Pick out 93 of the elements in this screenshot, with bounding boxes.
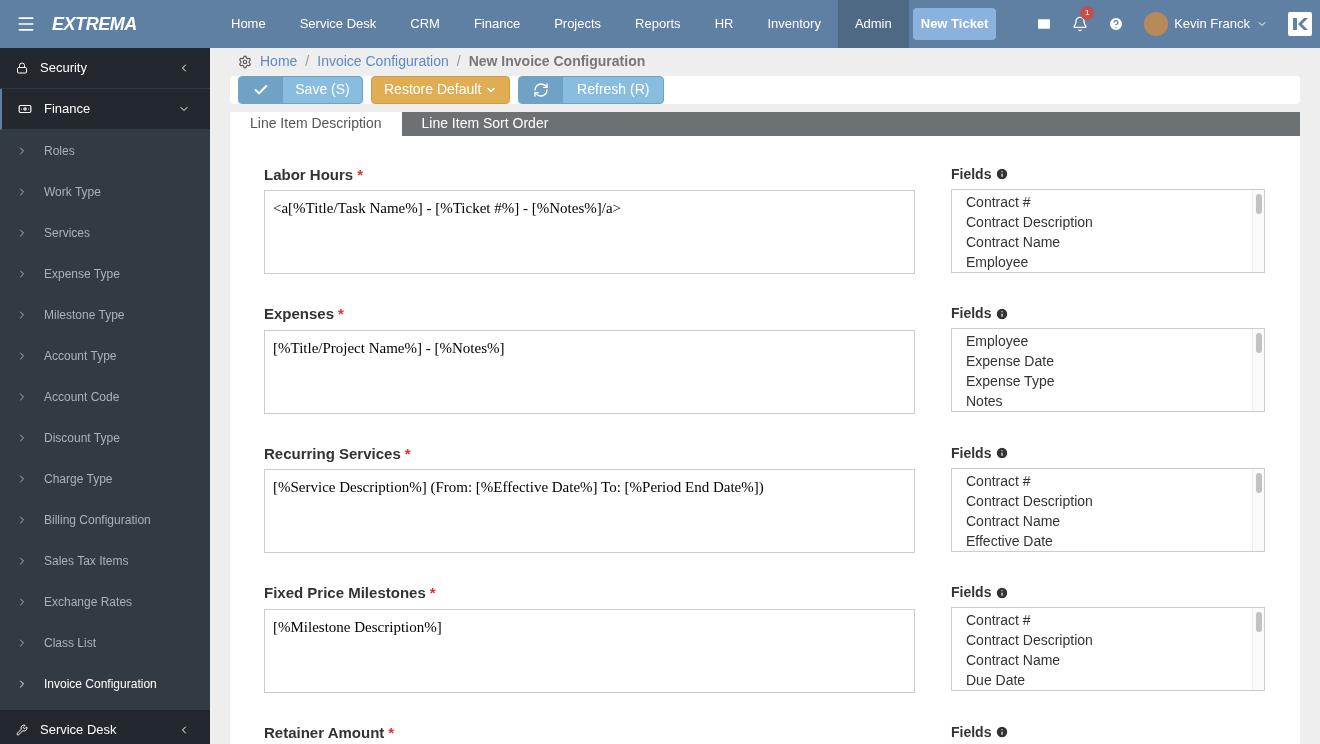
fields-label: Fields [951,722,992,742]
fields-label: Fields [951,583,992,602]
sidebar-item[interactable]: Class List [0,622,210,663]
sidebar-item[interactable]: Account Code [0,376,210,417]
fields-list-box[interactable]: Employee Expense Date Expense Type Notes [951,328,1265,412]
sidebar-item[interactable]: Charge Type [0,458,210,499]
list-option[interactable]: Employee [966,251,1252,272]
info-icon [995,585,1010,600]
field-label: Labor Hours * [264,163,915,186]
field-label: Recurring Services * [264,442,915,465]
breadcrumb-separator: / [456,52,461,72]
breadcrumb-separator: / [305,52,310,72]
nav-tab[interactable]: Admin [837,0,909,48]
help-icon[interactable] [1108,16,1125,32]
list-option[interactable]: Contract # [966,470,1252,491]
menu-icon[interactable] [16,14,36,34]
fields-list-box[interactable]: Contract # Contract Description Contract Name Due Date [951,607,1265,691]
template-text-area[interactable]: [%Service Description%] (From: [%Effective Date%] To: [%Period End Date%]) [264,469,915,553]
nav-tab[interactable]: CRM [393,0,457,48]
list-option[interactable]: Contract Description [966,211,1252,232]
list-option[interactable]: Effective Date [966,530,1252,551]
sidebar-section[interactable]: Security [0,48,210,89]
field-label: Expenses * [264,303,915,326]
required-marker: * [404,443,411,464]
breadcrumb-link[interactable]: Invoice Configuration [317,51,449,73]
sidebar-item[interactable]: Sales Tax Items [0,540,210,581]
sidebar-item[interactable]: Invoice Configuration [0,663,210,704]
list-option[interactable]: Notes [966,391,1252,411]
sidebar-section[interactable]: Service Desk [0,710,210,744]
banknote-icon [18,102,32,116]
nav-tab[interactable]: Projects [537,0,619,48]
template-text-area[interactable]: [%Milestone Description%] [264,608,915,693]
sidebar-item[interactable]: Milestone Type [0,294,210,335]
breadcrumb-current: New Invoice Configuration [468,52,646,72]
sidebar-item[interactable]: Account Type [0,335,210,376]
sidebar-item[interactable]: Exchange Rates [0,581,210,622]
fields-list-box[interactable]: Contract # Contract Description Contract Name Effective Date [951,467,1265,552]
required-marker: * [338,304,344,324]
gears-icon [238,54,252,69]
nav-tab[interactable]: Home [214,0,283,48]
template-text-area[interactable]: [%Title/Project Name%] - [%Notes%] [264,329,915,414]
nav-tab[interactable]: Service Desk [282,0,394,48]
info-icon [995,167,1010,181]
field-label: Fixed Price Milestones * [264,582,915,605]
scrollbar-thumb[interactable] [1255,472,1262,493]
list-option[interactable]: Employee [966,331,1252,351]
list-option[interactable]: Contract Description [966,630,1252,650]
required-marker: * [429,583,436,603]
sidebar-section[interactable]: Finance [0,89,210,130]
notification-badge: 1 [1080,6,1095,20]
refresh-icon [533,81,550,98]
list-option[interactable]: Due Date [966,670,1252,690]
sidebar-item[interactable]: Discount Type [0,417,210,458]
nav-tab[interactable]: HR [697,0,751,48]
list-option[interactable]: Contract Description [966,490,1252,511]
fields-label: Fields [951,443,992,463]
sidebar-item[interactable]: Work Type [0,171,210,212]
scrollbar-thumb[interactable] [1255,333,1262,353]
nav-tab[interactable]: Finance [456,0,538,48]
info-icon [995,725,1010,739]
list-option[interactable]: Contract # [966,610,1252,630]
list-option[interactable]: Contract Name [966,231,1252,252]
lock-icon [16,62,28,74]
app-logo-icon[interactable] [1288,12,1312,36]
list-option[interactable]: Contract Name [966,650,1252,670]
info-icon [995,306,1010,321]
list-option[interactable]: Expense Type [966,371,1252,391]
wrench-icon [16,724,28,736]
brand-logo[interactable]: EXTREMA [52,10,137,38]
info-icon [995,446,1010,460]
sidebar-item[interactable]: Services [0,212,210,253]
scrollbar-thumb[interactable] [1255,612,1262,632]
breadcrumb-link[interactable]: Home [260,51,298,73]
list-option[interactable]: Expense Date [966,351,1252,371]
sidebar-item[interactable]: Billing Configuration [0,499,210,540]
field-label: Retainer Amount * [264,721,915,744]
list-option[interactable]: Contract # [966,191,1252,212]
sidebar-item[interactable]: Roles [0,130,210,171]
fields-label: Fields [951,164,992,184]
list-option[interactable]: Contract Name [966,510,1252,531]
template-text-area[interactable]: <a[%Title/Task Name%] - [%Ticket #%] - [%Notes%]/a> [264,190,915,274]
nav-tab[interactable]: Reports [618,0,698,48]
fields-list-box[interactable]: Contract # Contract Description Contract Name Employee [951,188,1265,273]
required-marker: * [388,722,395,743]
sidebar-item[interactable]: Expense Type [0,253,210,294]
bell-icon[interactable] [1072,16,1089,32]
user-menu[interactable]: Kevin Franck [1174,14,1250,34]
fields-label: Fields [951,304,992,323]
nav-tab[interactable]: Inventory [750,0,838,48]
required-marker: * [357,164,364,185]
scrollbar-thumb[interactable] [1255,193,1262,214]
avatar[interactable] [1144,12,1169,36]
tab[interactable]: Line Item Description [230,111,402,136]
